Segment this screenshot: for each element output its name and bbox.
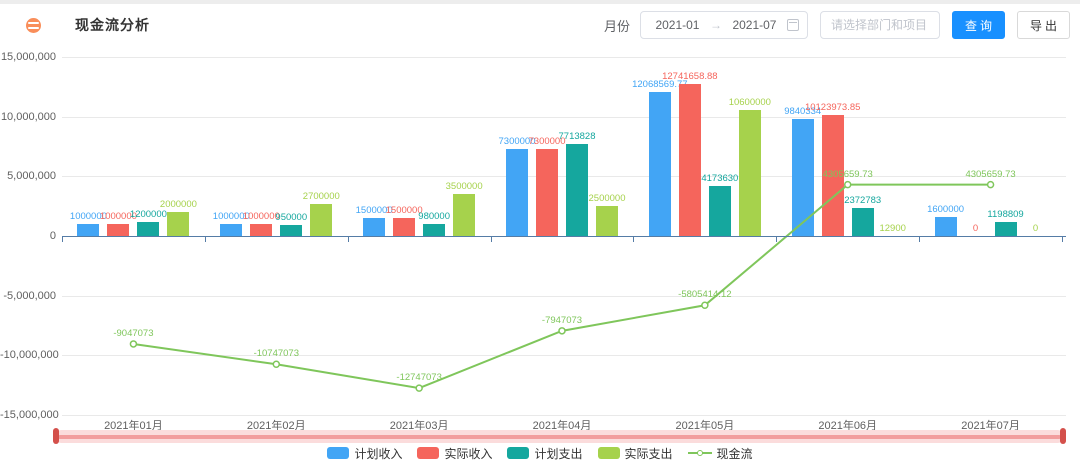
legend-label: 计划收入 [354,445,402,462]
legend-swatch-icon [417,447,439,459]
title-wrap: 现金流分析 [26,15,150,35]
chart-legend: 计划收入 实际收入 计划支出 实际支出 现金流 [0,445,1080,461]
legend-item-计划支出[interactable]: 计划支出 [507,445,582,462]
line-point[interactable] [273,361,279,367]
date-range-picker[interactable]: 2021-01 → 2021-07 [640,11,808,39]
legend-swatch-icon [507,447,529,459]
x-axis-tick [491,237,492,242]
line-point[interactable] [416,385,422,391]
data-zoom-shadow [58,435,1061,439]
x-axis-tick [1062,237,1063,242]
line-value-label: -12747073 [374,372,464,383]
line-value-label: -10747073 [231,348,321,359]
legend-label: 实际支出 [625,445,673,462]
legend-swatch-icon [327,447,349,459]
x-axis-tick [348,237,349,242]
legend-line-icon [688,452,712,454]
x-axis-tick [205,237,206,242]
export-button[interactable]: 导出 [1017,11,1070,39]
query-button[interactable]: 查询 [952,11,1005,39]
header-controls: 月份 2021-01 → 2021-07 查询 导出 [604,11,1070,39]
date-range-arrow-icon: → [710,18,722,32]
date-end[interactable]: 2021-07 [726,18,783,32]
data-zoom-handle-left[interactable] [53,428,59,444]
legend-label: 现金流 [717,445,753,462]
legend-item-现金流[interactable]: 现金流 [688,445,753,462]
cashflow-coin-icon [26,18,41,33]
line-point[interactable] [559,328,565,334]
line-point[interactable] [702,302,708,308]
x-axis-tick [633,237,634,242]
page-title: 现金流分析 [75,15,150,35]
x-axis-tick [919,237,920,242]
legend-label: 实际收入 [444,445,492,462]
line-point[interactable] [845,182,851,188]
line-value-label: 4305659.73 [803,169,893,180]
legend-item-实际支出[interactable]: 实际支出 [598,445,673,462]
line-value-label: -9047073 [88,328,178,339]
data-zoom-handle-right[interactable] [1060,428,1066,444]
legend-item-计划收入[interactable]: 计划收入 [327,445,402,462]
line-value-label: 4305659.73 [946,169,1036,180]
x-axis-tick [62,237,63,242]
legend-label: 计划支出 [534,445,582,462]
line-point[interactable] [988,182,994,188]
header: 现金流分析 月份 2021-01 → 2021-07 查询 导出 [0,4,1080,46]
date-start[interactable]: 2021-01 [649,18,706,32]
cashflow-line [0,0,1080,463]
department-project-input[interactable] [820,11,940,39]
legend-swatch-icon [598,447,620,459]
x-axis-line [62,236,1066,237]
line-point[interactable] [130,341,136,347]
cashflow-chart: 15,000,00010,000,0005,000,0000-5,000,000… [0,0,1080,463]
calendar-icon [787,19,799,31]
month-label: 月份 [604,16,630,35]
cashflow-analysis-page: 现金流分析 月份 2021-01 → 2021-07 查询 导出 15,000,… [0,0,1080,463]
line-value-label: -5805414.12 [660,289,750,300]
legend-item-实际收入[interactable]: 实际收入 [417,445,492,462]
x-axis-tick [776,237,777,242]
data-zoom-slider[interactable] [55,430,1064,443]
line-value-label: -7947073 [517,315,607,326]
